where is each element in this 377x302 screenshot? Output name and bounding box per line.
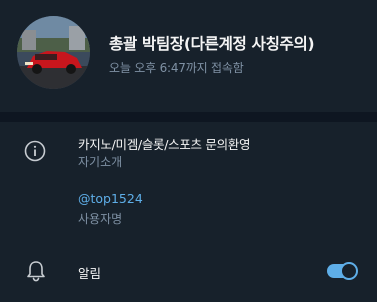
bell-icon <box>26 260 46 282</box>
info-circle-icon <box>24 140 46 162</box>
avatar-photo <box>17 16 90 89</box>
username-caption: 사용자명 <box>78 212 123 226</box>
avatar[interactable] <box>17 16 90 89</box>
last-seen-status: 오늘 오후 6:47까지 접속함 <box>109 61 244 75</box>
bio-caption: 자기소개 <box>78 155 123 169</box>
profile-info-panel: 총괄 박팀장(다른계정 사칭주의) 오늘 오후 6:47까지 접속함 카지노/미… <box>0 0 377 302</box>
bio-text: 카지노/미겜/슬롯/스포츠 문의환영 <box>78 137 251 152</box>
notifications-label: 알림 <box>78 266 102 281</box>
toggle-knob <box>340 262 358 280</box>
profile-name: 총괄 박팀장(다른계정 사칭주의) <box>109 35 315 53</box>
notifications-row[interactable]: 알림 <box>0 246 377 298</box>
notifications-toggle[interactable] <box>327 262 358 280</box>
section-divider <box>0 112 377 122</box>
username-link[interactable]: @top1524 <box>78 191 143 206</box>
profile-header: 총괄 박팀장(다른계정 사칭주의) 오늘 오후 6:47까지 접속함 <box>0 0 377 112</box>
